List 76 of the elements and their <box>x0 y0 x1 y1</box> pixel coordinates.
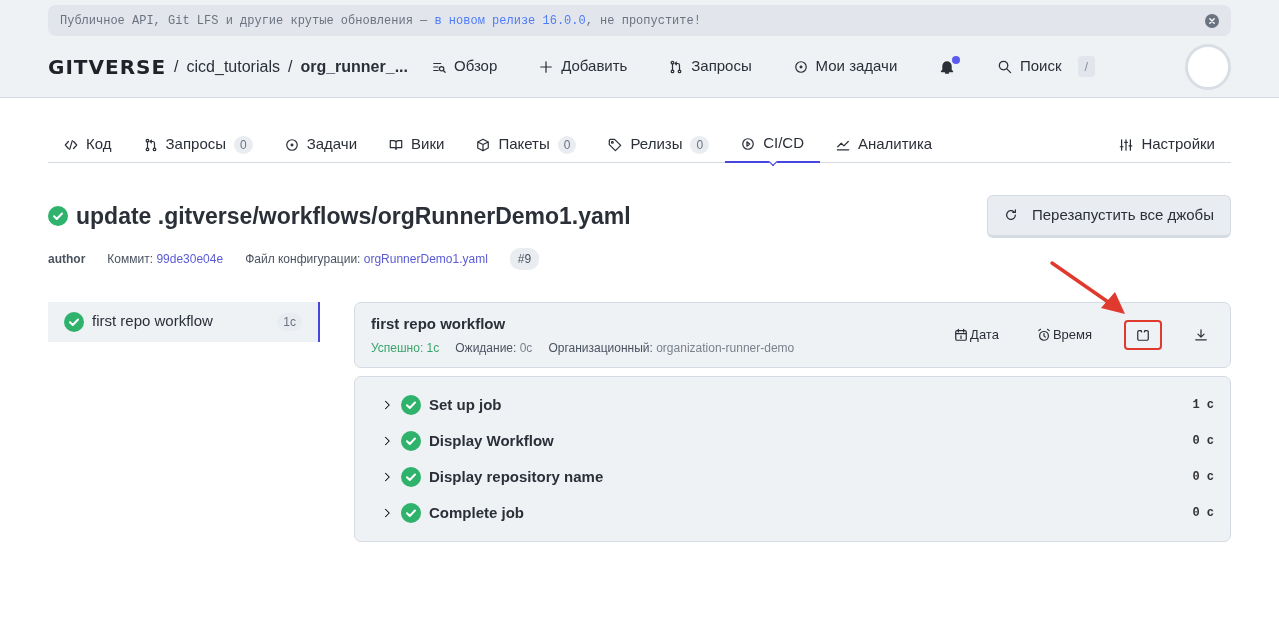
count-badge: 0 <box>690 135 710 154</box>
selection-indicator <box>318 301 320 342</box>
search-icon <box>996 59 1012 74</box>
nav-link[interactable]: Мои задачи <box>793 55 898 78</box>
fullscreen-button[interactable] <box>1124 319 1162 350</box>
breadcrumb-link[interactable]: cicd_tutorials <box>186 54 280 79</box>
bell-icon <box>939 58 956 75</box>
repo-tab[interactable]: Вики <box>373 126 461 163</box>
job-stat: Организационный: organization-runner-demo <box>548 340 795 357</box>
job-title: first repo workflow <box>371 313 507 334</box>
plus-icon <box>539 59 554 74</box>
settings-icon <box>1119 137 1134 152</box>
refresh-icon <box>1003 208 1018 223</box>
step-duration: 0 с <box>1192 433 1214 450</box>
count-badge: 0 <box>234 135 253 154</box>
commit-label: Коммит: 99de30e04e <box>107 250 224 268</box>
circle-dot-icon <box>793 59 808 74</box>
repo-tab[interactable]: Запросы 0 <box>127 126 269 163</box>
pull-request-icon <box>143 137 158 152</box>
repo-tab[interactable]: Настройки <box>1103 126 1231 163</box>
nav-link[interactable]: Обзор <box>431 55 498 78</box>
play-icon <box>741 136 756 151</box>
pull-request-icon <box>669 59 684 74</box>
success-icon <box>401 431 421 451</box>
repo-tab[interactable]: Релизы 0 <box>592 126 726 163</box>
date-button[interactable]: Дата <box>948 321 1005 349</box>
code-icon <box>64 137 78 152</box>
duration-badge: 1с <box>277 312 302 331</box>
breadcrumb-link[interactable]: org_runner_... <box>300 54 408 79</box>
success-icon <box>401 395 421 415</box>
job-stat: Успешно: 1с <box>371 340 440 357</box>
commit-link[interactable]: 99de30e04e <box>156 251 224 266</box>
tag-icon <box>608 137 623 152</box>
expand-icon <box>1136 327 1150 342</box>
repo-tab[interactable]: Код <box>48 126 128 163</box>
step-duration: 1 с <box>1192 397 1214 414</box>
run-number: #9 <box>509 247 540 270</box>
success-icon <box>401 467 421 487</box>
run-title: update .gitverse/workflows/orgRunnerDemo1.yaml <box>76 202 631 231</box>
step-name: Display Workflow <box>429 430 555 451</box>
time-button[interactable]: Время <box>1030 321 1098 349</box>
search-button[interactable]: Поиск / <box>996 55 1096 78</box>
count-badge: 0 <box>557 135 577 154</box>
close-icon[interactable] <box>1205 13 1219 28</box>
circle-dot-icon <box>284 137 299 152</box>
success-icon <box>48 206 68 227</box>
repo-tab[interactable]: Задачи <box>268 126 374 163</box>
book-icon <box>389 137 404 152</box>
nav-link[interactable]: Добавить <box>539 55 628 78</box>
logo[interactable]: GITVERSE <box>48 51 167 82</box>
calendar-icon <box>954 327 969 342</box>
step-duration: 0 с <box>1192 469 1214 486</box>
breadcrumb-separator: / <box>287 56 293 77</box>
step-name: Set up job <box>429 394 503 415</box>
download-icon <box>1194 327 1208 342</box>
nav-link[interactable]: Запросы <box>669 55 752 78</box>
job-item[interactable]: first repo workflow 1с <box>48 301 318 342</box>
step-name: Complete job <box>429 502 525 523</box>
banner-text: Публичное API, Git LFS и другие крутые обновления — в новом релизе 16.0.0, не пропустите! <box>60 12 701 30</box>
success-icon <box>64 311 84 332</box>
breadcrumb-separator: / <box>174 56 179 77</box>
alarm-clock-icon <box>1036 327 1051 342</box>
repo-tab[interactable]: CI/CD <box>725 126 820 163</box>
step-name: Display repository name <box>429 466 605 487</box>
repo-tab[interactable]: Пакеты 0 <box>460 126 593 163</box>
shortcut-key: / <box>1077 55 1096 78</box>
success-icon <box>401 503 421 523</box>
job-stat: Ожидание: 0с <box>455 340 533 357</box>
author-name: author <box>48 250 86 268</box>
rerun-all-button[interactable]: Перезапустить все джобы <box>986 195 1231 238</box>
step-duration: 0 с <box>1192 505 1214 522</box>
config-link[interactable]: orgRunnerDemo1.yaml <box>363 251 488 266</box>
config-label: Файл конфигурации: orgRunnerDemo1.yaml <box>245 250 488 268</box>
job-name: first repo workflow <box>92 311 214 332</box>
package-icon <box>476 137 491 152</box>
repo-tab[interactable]: Аналитика <box>819 126 949 163</box>
